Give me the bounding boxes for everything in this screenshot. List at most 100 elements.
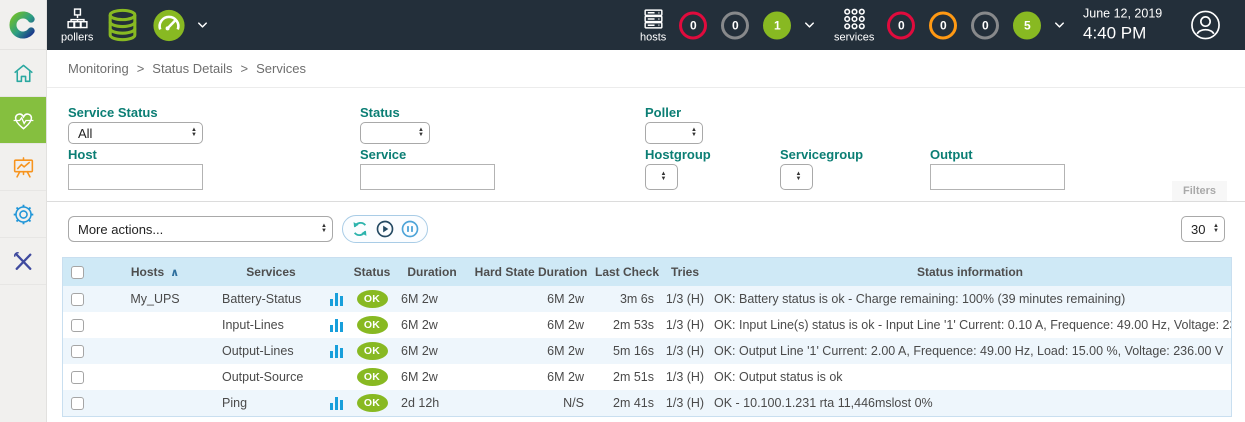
services-status[interactable]: services [834, 7, 874, 44]
duration-cell: 6M 2w [395, 370, 469, 384]
service-cell[interactable]: Output-Lines [219, 344, 323, 358]
last-check-cell: 2m 41s [593, 396, 661, 410]
more-actions-select[interactable]: More actions... ▲▼ [68, 216, 333, 242]
page-size-value: 30 [1191, 222, 1205, 237]
breadcrumb-item[interactable]: Monitoring [68, 61, 129, 76]
sidebar-item-monitoring[interactable] [0, 97, 46, 144]
column-header-status[interactable]: Status [349, 265, 395, 279]
service-cell[interactable]: Input-Lines [219, 318, 323, 332]
select-stepper-icon: ▲▼ [691, 128, 697, 138]
status-counter-badge[interactable]: 1 [763, 11, 791, 39]
graph-icon[interactable] [330, 319, 343, 332]
host-cell[interactable]: My_UPS [91, 292, 219, 306]
centreon-logo-icon [9, 11, 37, 39]
current-time: 4:40 PM [1083, 22, 1162, 43]
table-row[interactable]: Ping OK 2d 12h N/S 2m 41s 1/3 (H) OK - 1… [63, 390, 1231, 416]
status-counter-badge[interactable]: 0 [887, 11, 915, 39]
row-checkbox[interactable] [71, 319, 84, 332]
row-checkbox[interactable] [71, 371, 84, 384]
service-cell[interactable]: Battery-Status [219, 292, 323, 306]
graph-icon[interactable] [330, 397, 343, 410]
page-size-select[interactable]: 30 ▲▼ [1181, 216, 1225, 242]
refresh-icon[interactable] [350, 219, 370, 239]
row-checkbox[interactable] [71, 293, 84, 306]
table-row[interactable]: Input-Lines OK 6M 2w 6M 2w 2m 53s 1/3 (H… [63, 312, 1231, 338]
pause-icon[interactable] [400, 219, 420, 239]
hostgroup-select[interactable]: ▲▼ [645, 164, 678, 190]
user-menu[interactable] [1190, 10, 1221, 41]
chevron-down-icon[interactable] [1052, 18, 1067, 33]
pollers-status[interactable]: pollers [61, 7, 93, 44]
hard-state-duration-cell: N/S [469, 396, 593, 410]
chart-easel-icon [11, 155, 36, 180]
hosts-status[interactable]: hosts [640, 7, 666, 44]
breadcrumb-item[interactable]: Services [256, 61, 306, 76]
poller-select[interactable]: ▲▼ [645, 122, 703, 144]
table-row[interactable]: My_UPS Battery-Status OK 6M 2w 6M 2w 3m … [63, 286, 1231, 312]
status-counter-badge[interactable]: 0 [721, 11, 749, 39]
tools-icon [11, 249, 36, 274]
database-icon[interactable] [104, 7, 141, 44]
status-counter-badge[interactable]: 0 [679, 11, 707, 39]
status-badge: OK [357, 394, 388, 412]
hard-state-duration-cell: 6M 2w [469, 370, 593, 384]
tries-cell: 1/3 (H) [661, 344, 709, 358]
services-label: services [834, 32, 874, 44]
main-content: Monitoring>Status Details>Services Servi… [47, 50, 1245, 422]
gear-icon [11, 202, 36, 227]
sidebar-item-reporting[interactable] [0, 144, 46, 191]
services-badges: 0005 [887, 11, 1041, 39]
pollers-label: pollers [61, 32, 93, 44]
select-stepper-icon: ▲▼ [796, 172, 802, 182]
column-header-last-check[interactable]: Last Check [593, 265, 661, 279]
sidebar-item-configuration[interactable] [0, 191, 46, 238]
chevron-down-icon[interactable] [802, 18, 817, 33]
output-input[interactable] [930, 164, 1065, 190]
centreon-logo[interactable] [0, 0, 46, 50]
graph-icon[interactable] [330, 345, 343, 358]
column-header-hard-state-duration[interactable]: Hard State Duration [469, 265, 593, 279]
hosts-badges: 001 [679, 11, 791, 39]
hosts-summary-group: hosts 001 [640, 7, 817, 44]
filter-panel: Service Status All ▲▼ Status ▲▼ Poller ▲… [47, 88, 1245, 202]
table-row[interactable]: Output-Source OK 6M 2w 6M 2w 2m 51s 1/3 … [63, 364, 1231, 390]
last-check-cell: 2m 51s [593, 370, 661, 384]
filters-tab[interactable]: Filters [1172, 181, 1227, 201]
servicegroup-select[interactable]: ▲▼ [780, 164, 813, 190]
status-counter-badge[interactable]: 0 [929, 11, 957, 39]
status-information-cell: OK: Battery status is ok - Charge remain… [709, 292, 1231, 306]
column-header-services[interactable]: Services [219, 265, 323, 279]
host-input[interactable] [68, 164, 203, 190]
select-all-checkbox[interactable] [71, 266, 84, 279]
heartbeat-icon [11, 108, 36, 133]
service-status-select[interactable]: All ▲▼ [68, 122, 203, 144]
service-input[interactable] [360, 164, 495, 190]
sidebar [0, 0, 47, 422]
column-header-tries[interactable]: Tries [661, 265, 709, 279]
row-checkbox[interactable] [71, 345, 84, 358]
status-counter-badge[interactable]: 0 [971, 11, 999, 39]
column-header-hosts[interactable]: Hosts∧ [91, 265, 219, 279]
more-actions-value: More actions... [78, 222, 163, 237]
sidebar-item-home[interactable] [0, 50, 46, 97]
breadcrumb-item[interactable]: Status Details [152, 61, 232, 76]
gauge-icon[interactable] [152, 8, 186, 42]
actions-toolbar: More actions... ▲▼ [47, 202, 1245, 257]
sidebar-item-administration[interactable] [0, 238, 46, 285]
pollers-group: pollers [61, 7, 210, 44]
chevron-down-icon[interactable] [195, 18, 210, 33]
status-counter-badge[interactable]: 5 [1013, 11, 1041, 39]
play-icon[interactable] [375, 219, 395, 239]
service-cell[interactable]: Ping [219, 396, 323, 410]
table-row[interactable]: Output-Lines OK 6M 2w 6M 2w 5m 16s 1/3 (… [63, 338, 1231, 364]
hard-state-duration-cell: 6M 2w [469, 292, 593, 306]
last-check-cell: 2m 53s [593, 318, 661, 332]
tries-cell: 1/3 (H) [661, 370, 709, 384]
column-header-duration[interactable]: Duration [395, 265, 469, 279]
service-cell[interactable]: Output-Source [219, 370, 323, 384]
column-header-status-information[interactable]: Status information [709, 265, 1231, 279]
status-select[interactable]: ▲▼ [360, 122, 430, 144]
graph-icon[interactable] [330, 293, 343, 306]
row-checkbox[interactable] [71, 397, 84, 410]
servicegroup-label: Servicegroup [780, 147, 863, 162]
